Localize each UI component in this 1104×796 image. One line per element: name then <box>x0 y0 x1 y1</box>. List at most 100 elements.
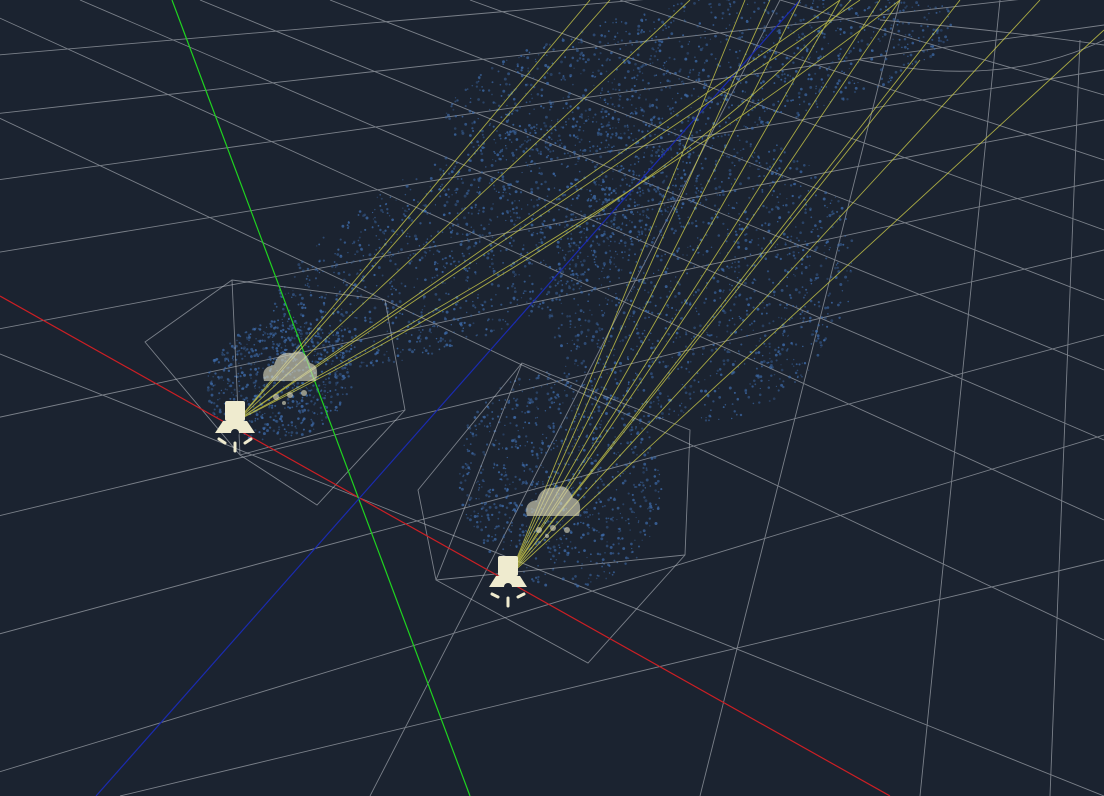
particle <box>272 342 275 346</box>
particle <box>801 272 803 275</box>
particle <box>648 502 652 505</box>
scene-canvas[interactable] <box>0 0 1104 796</box>
particle <box>626 98 629 101</box>
particle <box>759 164 762 167</box>
particle <box>471 432 475 436</box>
particle <box>393 287 395 290</box>
particle <box>513 131 517 135</box>
particle <box>493 502 496 506</box>
particle <box>518 56 520 59</box>
particle <box>609 127 612 130</box>
particle <box>799 374 802 377</box>
particle <box>592 71 594 74</box>
particle <box>860 39 864 43</box>
particle <box>467 189 470 192</box>
particle <box>335 381 338 385</box>
particle <box>577 257 579 259</box>
particle <box>565 416 569 420</box>
particle <box>322 270 324 273</box>
particle <box>521 481 525 484</box>
particle <box>839 33 842 36</box>
particle <box>611 508 614 511</box>
scene-viewport[interactable] <box>0 0 1104 796</box>
particle <box>796 111 800 115</box>
particle <box>469 461 473 465</box>
particle <box>498 191 500 194</box>
particle <box>518 533 522 537</box>
particle <box>246 400 249 402</box>
particle <box>636 78 638 81</box>
particle <box>272 348 274 350</box>
particle <box>619 95 622 98</box>
particle <box>630 347 633 350</box>
particle <box>594 183 597 186</box>
particle <box>557 262 561 266</box>
particle <box>344 376 346 379</box>
particle <box>655 225 657 228</box>
particle <box>496 130 498 132</box>
particle <box>238 349 241 352</box>
particle <box>619 239 623 243</box>
particle <box>604 44 607 47</box>
particle <box>436 274 439 277</box>
particle <box>509 483 511 486</box>
particle <box>665 175 668 178</box>
particle <box>718 125 721 128</box>
particle <box>637 240 640 242</box>
particle <box>374 208 376 211</box>
particle <box>386 321 389 324</box>
particle <box>468 323 472 327</box>
particle <box>475 262 478 265</box>
particle <box>224 366 227 369</box>
particle <box>352 260 355 263</box>
particle <box>502 466 506 470</box>
particle <box>746 127 749 129</box>
particle <box>781 332 784 335</box>
particle <box>324 362 328 366</box>
particle <box>254 381 257 384</box>
particle <box>570 279 573 282</box>
particle <box>624 177 627 180</box>
particle <box>726 265 729 268</box>
particle <box>639 238 642 241</box>
particle <box>495 293 497 296</box>
particle <box>729 66 732 69</box>
particle <box>373 340 376 343</box>
particle <box>563 145 567 149</box>
particle <box>506 59 508 61</box>
particle <box>525 529 527 532</box>
particle <box>596 473 599 476</box>
particle <box>276 349 279 353</box>
particle <box>729 5 732 8</box>
particle <box>452 317 456 321</box>
particle <box>633 511 635 514</box>
particle <box>335 294 338 297</box>
particle <box>618 242 621 245</box>
particle <box>781 63 784 66</box>
particle <box>684 391 688 395</box>
particle <box>505 192 507 194</box>
particle <box>350 344 353 347</box>
grid-line <box>0 353 1104 796</box>
particle <box>796 115 800 118</box>
particle <box>258 353 261 356</box>
particle <box>503 77 507 81</box>
particle <box>651 168 653 171</box>
particle <box>575 163 578 166</box>
particle <box>690 262 692 264</box>
particle <box>533 162 537 166</box>
particle <box>566 293 568 295</box>
particle <box>666 267 669 270</box>
particle <box>564 268 566 270</box>
particle <box>416 340 418 343</box>
particle <box>465 311 468 314</box>
particle <box>536 204 539 207</box>
particle <box>768 352 771 354</box>
particle <box>605 517 608 520</box>
particle <box>750 126 754 130</box>
particle <box>902 9 905 12</box>
particle <box>651 208 654 211</box>
particle <box>898 9 902 13</box>
particle <box>475 85 479 88</box>
particle <box>284 407 286 409</box>
